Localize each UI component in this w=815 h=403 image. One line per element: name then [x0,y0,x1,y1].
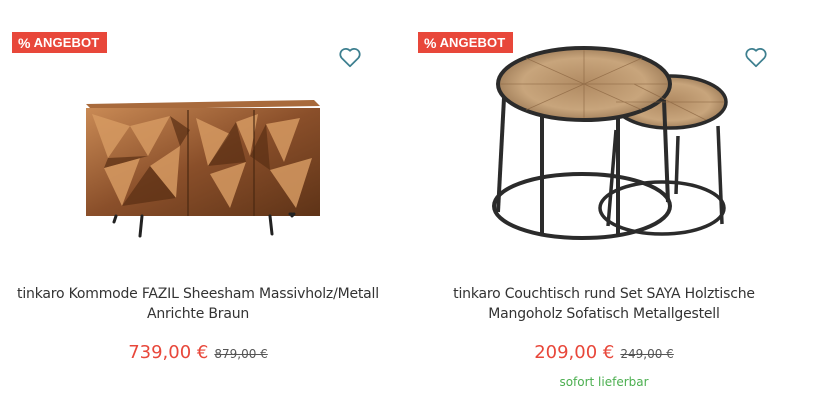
offer-badge-label: ANGEBOT [33,35,100,50]
offer-badge: % ANGEBOT [418,32,514,53]
product-image-coffee-tables[interactable] [406,38,802,264]
product-image-sideboard[interactable] [0,38,396,264]
price-row: 209,00 € 249,00 € [406,342,802,363]
product-card[interactable]: % ANGEBOT tinkaro Kommode FAZIL Sheesham… [0,0,396,403]
current-price: 739,00 € [128,342,209,363]
heart-outline-icon[interactable] [337,44,363,70]
offer-badge: % ANGEBOT [12,32,108,53]
product-title-line: Anrichte Braun [146,306,250,322]
current-price: 209,00 € [534,342,615,363]
price-row: 739,00 € 879,00 € [0,342,396,363]
product-card[interactable]: % ANGEBOT tinkaro Couchtisch rund Set SA… [406,0,802,403]
percent-icon: % [424,34,437,51]
product-title-line: Mangoholz Sofatisch Metallgestell [488,306,720,322]
product-title[interactable]: tinkaro Kommode FAZIL Sheesham Massivhol… [10,284,386,324]
product-title[interactable]: tinkaro Couchtisch rund Set SAYA Holztis… [416,284,792,324]
old-price: 249,00 € [620,347,674,361]
offer-badge-label: ANGEBOT [439,35,506,50]
product-title-line: tinkaro Couchtisch rund Set SAYA Holztis… [453,286,755,302]
percent-icon: % [18,34,31,51]
stock-status: sofort lieferbar [559,375,649,389]
product-title-line: tinkaro Kommode FAZIL Sheesham Massivhol… [17,286,379,302]
old-price: 879,00 € [214,347,268,361]
heart-outline-icon[interactable] [743,44,769,70]
